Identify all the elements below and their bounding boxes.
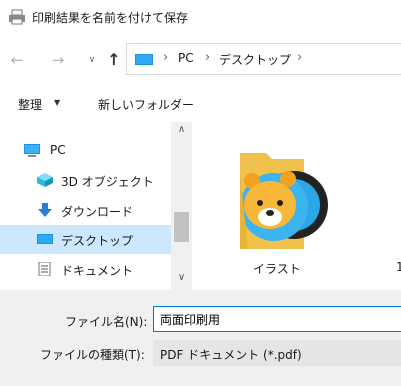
sidebar-item-documents[interactable]: ドキュメント: [0, 255, 171, 284]
forward-button[interactable]: →: [47, 49, 69, 71]
3d-objects-icon: [37, 173, 53, 187]
file-item-label: イラスト: [253, 262, 301, 276]
file-item-folder[interactable]: イラスト: [222, 145, 332, 276]
new-folder-button[interactable]: 新しいフォルダー: [98, 96, 194, 113]
pc-icon: [24, 144, 40, 157]
sidebar-item-3d-objects[interactable]: 3D オブジェクト: [0, 166, 171, 195]
chevron-down-icon: ∨: [88, 55, 96, 65]
filetype-selected-value: PDF ドキュメント (*.pdf): [160, 348, 302, 362]
sidebar-item-pc[interactable]: PC: [0, 136, 171, 165]
arrow-right-icon: →: [51, 51, 65, 69]
sidebar-item-downloads[interactable]: ダウンロード: [0, 196, 171, 225]
breadcrumb-separator[interactable]: ›: [163, 50, 168, 65]
up-button[interactable]: ↑: [103, 49, 125, 71]
chevron-down-icon[interactable]: ∨: [171, 272, 192, 288]
sidebar-item-label: ドキュメント: [61, 264, 134, 278]
address-bar[interactable]: › PC › デスクトップ ›: [126, 43, 401, 75]
breadcrumb-separator[interactable]: ›: [297, 50, 302, 65]
caret-down-icon[interactable]: ▼: [54, 98, 60, 107]
chevron-up-icon[interactable]: ∧: [171, 124, 192, 140]
arrow-up-icon: ↑: [107, 50, 121, 69]
breadcrumb-pc[interactable]: PC: [178, 51, 194, 65]
file-item-label: 1: [396, 260, 401, 274]
sidebar-item-label: ダウンロード: [61, 205, 134, 219]
save-panel: ファイル名(N): ファイルの種類(T): PDF ドキュメント (*.pdf): [0, 290, 401, 386]
filename-field[interactable]: [153, 306, 401, 332]
folder-icon: [240, 153, 328, 249]
navigation-scrollbar[interactable]: ∧ ∨: [171, 122, 192, 290]
breadcrumb-desktop[interactable]: デスクトップ: [219, 51, 291, 68]
breadcrumb-separator[interactable]: ›: [205, 50, 210, 65]
recent-locations-button[interactable]: ∨: [81, 49, 103, 71]
arrow-left-icon: ←: [10, 51, 24, 69]
title-bar: 印刷結果を名前を付けて保存: [0, 0, 401, 34]
sidebar-item-desktop[interactable]: デスクトップ: [0, 225, 171, 254]
filetype-select[interactable]: PDF ドキュメント (*.pdf): [153, 340, 401, 366]
desktop-icon: [37, 234, 53, 244]
download-icon: [38, 203, 52, 217]
sidebar-item-label: PC: [50, 143, 66, 157]
printer-icon: [9, 9, 25, 25]
window-title: 印刷結果を名前を付けて保存: [32, 11, 189, 25]
document-icon: [38, 262, 51, 276]
scrollbar-thumb[interactable]: [174, 212, 189, 242]
sidebar-item-label: 3D オブジェクト: [61, 175, 154, 189]
sidebar-item-label: デスクトップ: [61, 234, 134, 248]
navigation-pane: PC 3D オブジェクト ダウンロード デスクトップ ドキュメント: [0, 122, 192, 290]
monitor-icon: [135, 54, 153, 65]
filetype-label: ファイルの種類(T):: [40, 348, 145, 362]
organize-button[interactable]: 整理: [18, 96, 42, 113]
filename-label: ファイル名(N):: [65, 315, 148, 329]
back-button[interactable]: ←: [6, 49, 28, 71]
